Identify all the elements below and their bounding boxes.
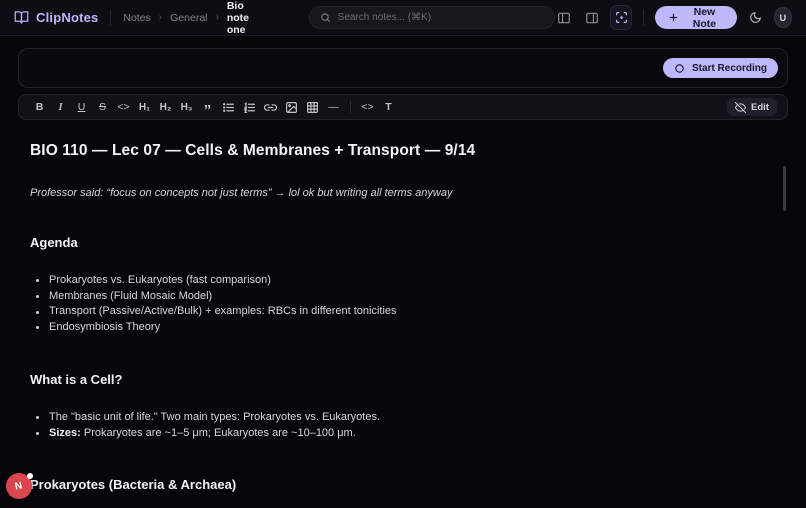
bullet-list: The "basic unit of life." Two main types… xyxy=(30,410,776,441)
floating-avatar-initial: N xyxy=(14,479,24,493)
status-dot xyxy=(27,473,33,479)
list-item: Transport (Passive/Active/Bulk) + exampl… xyxy=(30,304,776,320)
breadcrumb: Notes › General › Bio note one xyxy=(123,0,268,36)
list-item: Membranes (Fluid Mosaic Model) xyxy=(30,289,776,305)
record-circle-icon xyxy=(674,63,685,74)
main-area: Start Recording B I U S <> H₁ H₂ H₃ ” — … xyxy=(0,36,806,508)
code-block-button[interactable]: <> xyxy=(357,97,378,117)
heading1-button[interactable]: H₁ xyxy=(134,97,155,117)
table-button[interactable] xyxy=(302,97,323,117)
chevron-right-icon: › xyxy=(158,12,163,23)
header-actions: New Note U xyxy=(555,5,792,30)
scrollbar-thumb[interactable] xyxy=(783,166,786,211)
new-note-label: New Note xyxy=(692,5,717,30)
bullet-list-icon xyxy=(222,101,235,114)
user-avatar[interactable]: U xyxy=(773,7,792,28)
toolbar-divider xyxy=(350,101,351,113)
list-item: Prokaryotes vs. Eukaryotes (fast compari… xyxy=(30,273,776,289)
inline-code-button[interactable]: <> xyxy=(113,97,134,117)
note-title: BIO 110 — Lec 07 — Cells & Membranes + T… xyxy=(30,142,476,159)
search-input[interactable] xyxy=(337,12,544,23)
moon-icon xyxy=(749,11,762,24)
theme-toggle-button[interactable] xyxy=(746,7,765,29)
note-editor[interactable]: BIO 110 — Lec 07 — Cells & Membranes + T… xyxy=(18,142,788,492)
bold-button[interactable]: B xyxy=(29,97,50,117)
list-item: The "basic unit of life." Two main types… xyxy=(30,410,776,426)
list-item: Sizes: Prokaryotes are ~1–5 μm; Eukaryot… xyxy=(30,426,776,442)
table-icon xyxy=(306,101,319,114)
breadcrumb-current-note[interactable]: Bio note one xyxy=(227,0,269,36)
breadcrumb-notes[interactable]: Notes xyxy=(123,12,150,24)
header-divider xyxy=(110,9,112,26)
new-note-button[interactable]: New Note xyxy=(655,5,737,30)
breadcrumb-general[interactable]: General xyxy=(170,12,207,24)
list-item: Endosymbiosis Theory xyxy=(30,320,776,336)
scan-icon xyxy=(615,11,628,24)
bullet-list: Prokaryotes vs. Eukaryotes (fast compari… xyxy=(30,273,776,336)
link-icon xyxy=(264,101,277,114)
edit-label: Edit xyxy=(751,101,769,113)
app-name: ClipNotes xyxy=(36,10,99,25)
floating-avatar-bubble[interactable]: N xyxy=(6,473,33,499)
document-sections: Agenda Prokaryotes vs. Eukaryotes (fast c… xyxy=(30,235,776,492)
section-heading: Agenda xyxy=(30,235,78,250)
underline-button[interactable]: U xyxy=(71,97,92,117)
section-heading: What is a Cell? xyxy=(30,371,123,387)
start-recording-label: Start Recording xyxy=(691,62,767,74)
search-bar[interactable] xyxy=(308,6,555,29)
image-icon xyxy=(285,101,298,114)
edit-mode-toggle-button[interactable]: Edit xyxy=(727,98,777,116)
header-divider xyxy=(643,9,645,26)
horizontal-rule-button[interactable]: — xyxy=(323,97,344,117)
image-button[interactable] xyxy=(281,97,302,117)
blockquote-button[interactable]: ” xyxy=(197,97,218,118)
focus-scan-button[interactable] xyxy=(610,5,633,30)
format-toolbar: B I U S <> H₁ H₂ H₃ ” — <> T Edit xyxy=(18,94,788,120)
heading3-button[interactable]: H₃ xyxy=(176,97,197,117)
book-icon xyxy=(14,10,29,25)
bullet-list-button[interactable] xyxy=(218,97,239,117)
link-button[interactable] xyxy=(260,97,281,117)
ordered-list-button[interactable] xyxy=(239,97,260,117)
header: ClipNotes Notes › General › Bio note one xyxy=(0,0,806,36)
plus-icon xyxy=(668,12,679,23)
ordered-list-icon xyxy=(243,101,256,114)
recording-bar: Start Recording xyxy=(18,48,788,88)
heading2-button[interactable]: H₂ xyxy=(155,97,176,117)
strikethrough-button[interactable]: S xyxy=(92,97,113,117)
text-format-button[interactable]: T xyxy=(378,97,399,117)
search-icon xyxy=(320,12,331,23)
note-italic-line: Professor said: “focus on concepts not j… xyxy=(30,187,453,199)
start-recording-button[interactable]: Start Recording xyxy=(662,58,778,78)
section-heading: Prokaryotes (Bacteria & Archaea) xyxy=(30,477,237,493)
left-panel-toggle-button[interactable] xyxy=(555,7,574,29)
chevron-right-icon: › xyxy=(215,12,219,23)
eye-off-icon xyxy=(735,101,747,113)
italic-button[interactable]: I xyxy=(50,97,71,117)
app-logo[interactable]: ClipNotes xyxy=(14,10,98,25)
right-panel-toggle-button[interactable] xyxy=(583,7,602,29)
